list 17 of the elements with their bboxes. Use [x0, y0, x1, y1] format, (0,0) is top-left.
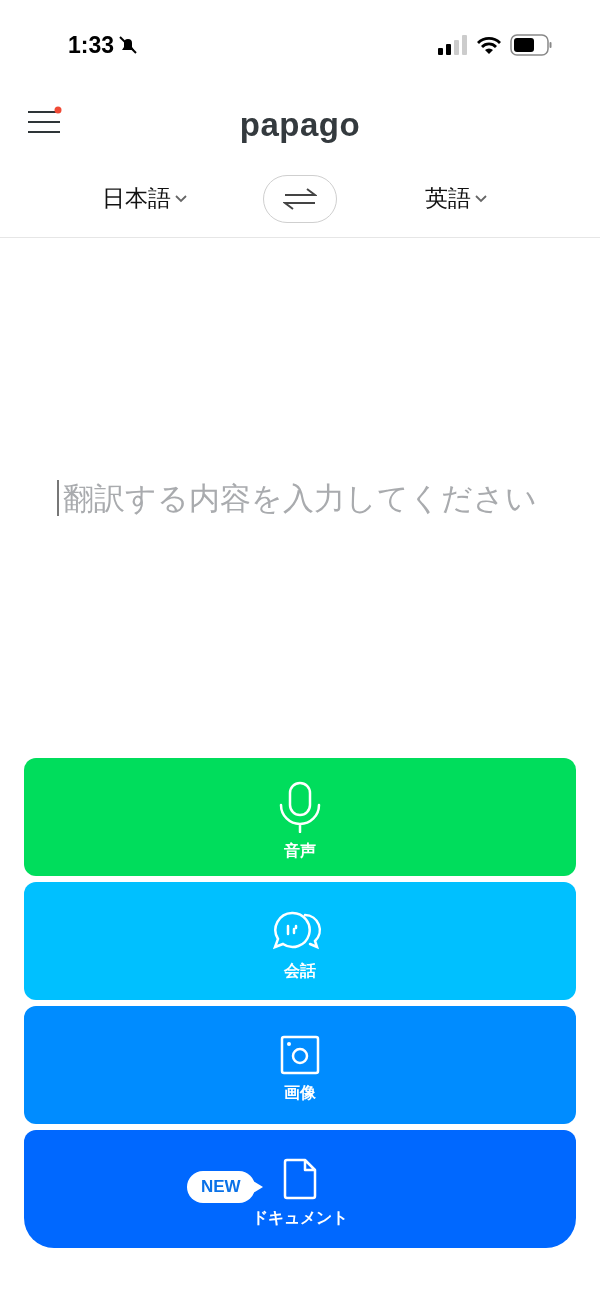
swap-arrows-icon — [283, 186, 317, 211]
status-time: 1:33 — [68, 31, 115, 59]
battery-icon — [510, 34, 552, 56]
source-language-button[interactable]: 日本語 — [89, 183, 199, 214]
image-mode-button[interactable]: 画像 — [24, 1006, 576, 1124]
camera-icon — [280, 1035, 320, 1075]
translation-input-field[interactable]: 翻訳する内容を入力してください — [57, 480, 583, 516]
swap-languages-button[interactable] — [263, 174, 337, 223]
chevron-down-icon — [174, 194, 187, 203]
signal-icon — [438, 35, 468, 55]
app-logo: papago — [239, 106, 361, 144]
target-language-button[interactable]: 英語 — [401, 183, 511, 214]
chevron-down-icon — [475, 194, 487, 203]
microphone-icon — [278, 781, 322, 833]
document-mode-button[interactable]: ドキュメント NEW — [24, 1130, 576, 1248]
document-icon — [283, 1158, 317, 1200]
wifi-icon — [476, 35, 502, 55]
